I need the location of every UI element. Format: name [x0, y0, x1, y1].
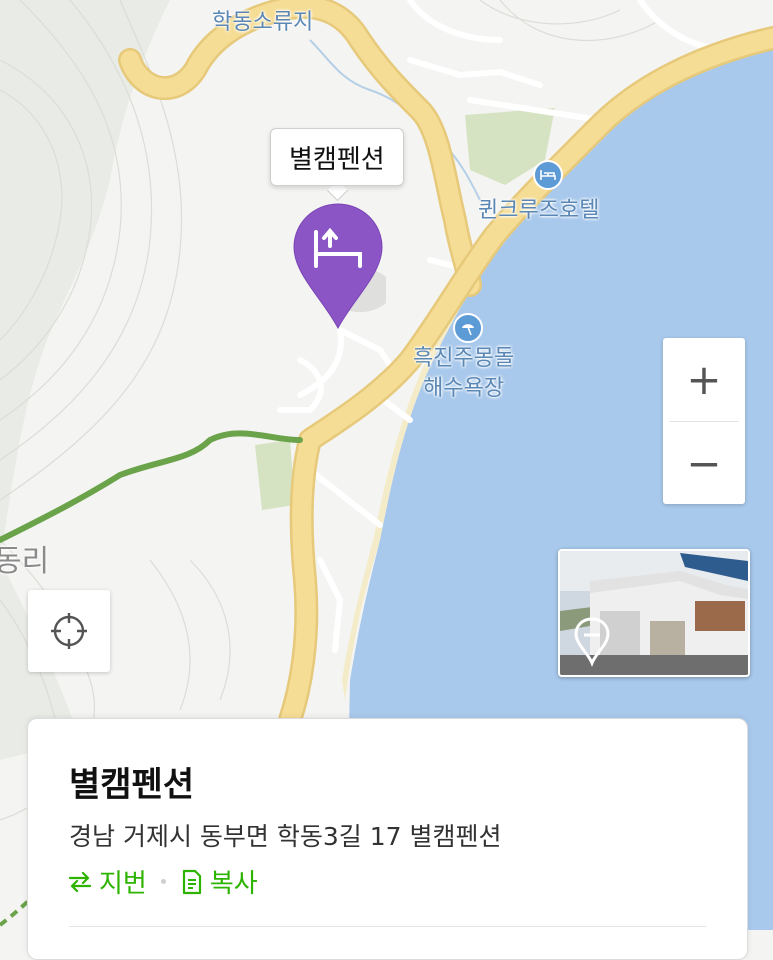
separator-dot	[160, 879, 166, 884]
map-label-reservoir: 학동소류지	[212, 10, 314, 35]
place-title: 별캠펜션	[69, 765, 195, 805]
streetview-image	[560, 551, 748, 675]
park-patch	[255, 440, 295, 510]
copy-label: 복사	[209, 869, 258, 899]
place-address: 경남 거제시 동부면 학동3길 17 별캠펜션	[69, 822, 502, 851]
map-label-hotel: 퀸크루즈호텔	[478, 198, 600, 223]
zoom-out-button[interactable]: −	[663, 422, 745, 504]
swap-arrows-icon	[68, 871, 92, 892]
streetview-thumbnail[interactable]	[558, 549, 750, 677]
crosshair-icon	[51, 613, 87, 649]
locate-me-button[interactable]	[28, 590, 110, 672]
beach-umbrella-icon[interactable]	[453, 313, 483, 343]
map-label-village: 동리	[0, 544, 50, 579]
zoom-controls: + −	[663, 338, 745, 504]
place-card[interactable]: 별캠펜션 경남 거제시 동부면 학동3길 17 별캠펜션 지번 복사	[27, 718, 748, 960]
jibun-label: 지번	[99, 869, 147, 899]
zoom-in-button[interactable]: +	[663, 338, 745, 420]
callout-label: 별캠펜션	[289, 144, 385, 175]
card-divider	[69, 926, 706, 927]
map-label-beach: 흑진주몽돌 해수욕장	[413, 346, 515, 401]
place-marker[interactable]	[292, 202, 386, 332]
copy-document-icon	[182, 869, 201, 894]
place-callout[interactable]: 별캠펜션	[270, 128, 404, 186]
hotel-icon[interactable]	[533, 160, 563, 190]
copy-address-button[interactable]: 복사	[180, 863, 258, 900]
place-actions: 지번 복사	[67, 863, 258, 900]
jibun-toggle-button[interactable]: 지번	[67, 863, 147, 900]
